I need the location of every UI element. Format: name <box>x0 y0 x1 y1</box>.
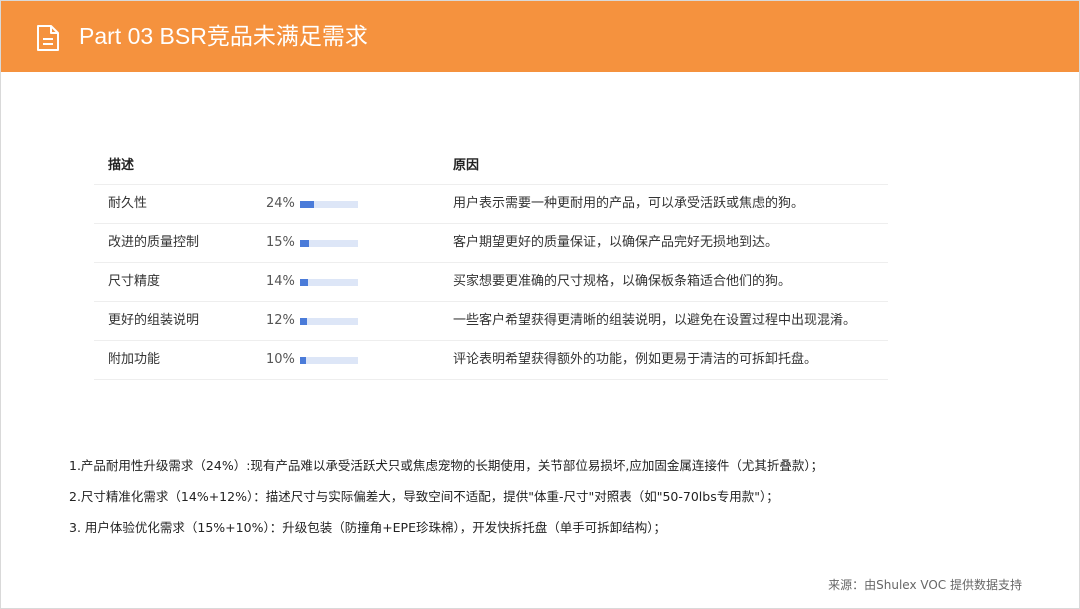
document-icon <box>37 25 59 51</box>
row-percent: 14% <box>266 274 295 289</box>
row-reason: 客户期望更好的质量保证，以确保产品完好无损地到达。 <box>453 235 779 250</box>
percent-bar-fill <box>300 357 306 364</box>
needs-table: 描述 原因 耐久性 24% 用户表示需要一种更耐用的产品，可以承受活跃或焦虑的狗。改… <box>94 147 888 380</box>
row-desc: 改进的质量控制 <box>108 235 200 250</box>
percent-bar-fill <box>300 318 307 325</box>
table-row: 耐久性 24% 用户表示需要一种更耐用的产品，可以承受活跃或焦虑的狗。 <box>94 185 888 224</box>
row-desc: 更好的组装说明 <box>108 313 200 328</box>
percent-bar <box>300 279 358 286</box>
source-note: 来源：由Shulex VOC 提供数据支持 <box>828 578 1022 592</box>
note-item: 2.尺寸精准化需求（14%+12%）：描述尺寸与实际偏差大，导致空间不适配，提供… <box>69 489 779 504</box>
percent-bar <box>300 318 358 325</box>
percent-bar-fill <box>300 240 309 247</box>
column-header-desc: 描述 <box>108 158 135 173</box>
row-reason: 用户表示需要一种更耐用的产品，可以承受活跃或焦虑的狗。 <box>453 196 805 211</box>
row-reason: 买家想要更准确的尺寸规格，以确保板条箱适合他们的狗。 <box>453 274 792 289</box>
column-header-reason: 原因 <box>453 158 480 173</box>
table-row: 附加功能 10% 评论表明希望获得额外的功能，例如更易于清洁的可拆卸托盘。 <box>94 341 888 380</box>
notes-list: 1.产品耐用性升级需求（24%）:现有产品难以承受活跃犬只或焦虑宠物的长期使用，… <box>69 456 1059 549</box>
row-desc: 附加功能 <box>108 352 161 367</box>
note-item: 3. 用户体验优化需求（15%+10%）：升级包装（防撞角+EPE珍珠棉），开发… <box>69 520 666 535</box>
percent-bar <box>300 240 358 247</box>
percent-bar <box>300 201 358 208</box>
table-row: 改进的质量控制 15% 客户期望更好的质量保证，以确保产品完好无损地到达。 <box>94 224 888 263</box>
row-desc: 耐久性 <box>108 196 148 211</box>
row-percent: 12% <box>266 313 295 328</box>
percent-bar-fill <box>300 279 309 286</box>
row-percent: 24% <box>266 196 295 211</box>
table-row: 更好的组装说明 12% 一些客户希望获得更清晰的组装说明，以避免在设置过程中出现混淆… <box>94 302 888 341</box>
row-reason: 一些客户希望获得更清晰的组装说明，以避免在设置过程中出现混淆。 <box>453 313 857 328</box>
header-bar: Part 03 BSR竞品未满足需求 <box>1 1 1079 72</box>
row-reason: 评论表明希望获得额外的功能，例如更易于清洁的可拆卸托盘。 <box>453 352 818 367</box>
page-title: Part 03 BSR竞品未满足需求 <box>79 23 368 49</box>
table-header-row: 描述 原因 <box>94 147 888 185</box>
row-desc: 尺寸精度 <box>108 274 161 289</box>
percent-bar-fill <box>300 201 314 208</box>
row-percent: 10% <box>266 352 295 367</box>
row-percent: 15% <box>266 235 295 250</box>
note-item: 1.产品耐用性升级需求（24%）:现有产品难以承受活跃犬只或焦虑宠物的长期使用，… <box>69 458 824 473</box>
percent-bar <box>300 357 358 364</box>
table-row: 尺寸精度 14% 买家想要更准确的尺寸规格，以确保板条箱适合他们的狗。 <box>94 263 888 302</box>
